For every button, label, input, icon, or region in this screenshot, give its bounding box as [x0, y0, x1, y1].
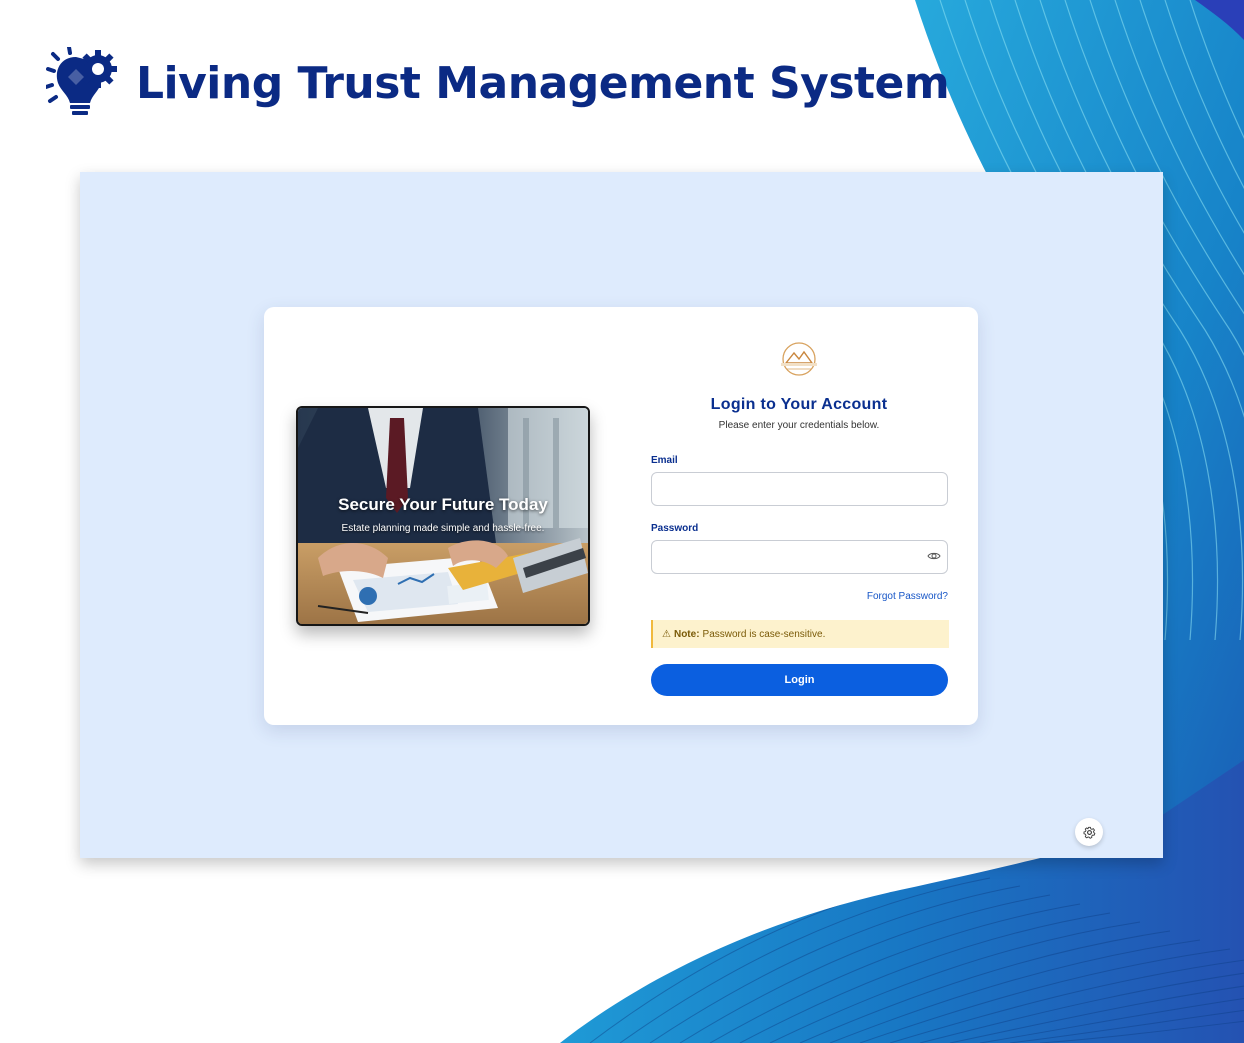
hero-subtitle: Estate planning made simple and hassle-f…	[341, 523, 545, 534]
forgot-password-link[interactable]: Forgot Password?	[824, 591, 948, 602]
login-heading: Login to Your Account	[710, 396, 888, 413]
password-label: Password	[651, 523, 699, 534]
note-prefix: Note:	[673, 628, 700, 640]
email-field[interactable]	[651, 472, 948, 506]
email-label: Email	[651, 455, 678, 466]
hero-image: Secure Your Future Today Estate planning…	[296, 406, 590, 626]
login-button[interactable]: Login	[651, 664, 948, 696]
login-card: Secure Your Future Today Estate planning…	[264, 307, 978, 725]
brand-title: Living Trust Management System	[136, 57, 950, 109]
app-window: Secure Your Future Today Estate planning…	[80, 172, 1163, 858]
note-text: Password is case-sensitive.	[702, 628, 826, 640]
eye-icon[interactable]	[927, 550, 941, 562]
password-field[interactable]	[651, 540, 948, 574]
settings-button[interactable]	[1075, 818, 1103, 846]
login-subheading: Please enter your credentials below.	[718, 420, 880, 431]
hero-title: Secure Your Future Today	[338, 495, 548, 514]
gear-icon	[1083, 826, 1095, 839]
brand-header: Living Trust Management System	[46, 46, 950, 120]
password-note: ⚠ Note: Password is case-sensitive.	[651, 620, 949, 648]
mountain-emblem-icon	[781, 342, 817, 376]
warning-icon: ⚠	[662, 628, 671, 640]
lightbulb-gear-icon	[46, 47, 117, 115]
hero-photo	[298, 408, 588, 624]
